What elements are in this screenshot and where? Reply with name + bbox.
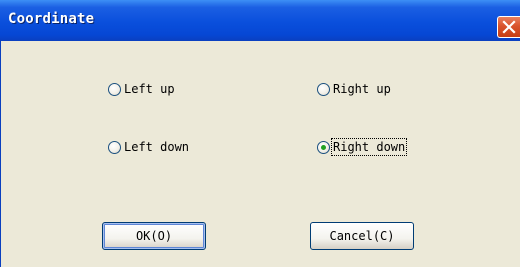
close-icon bbox=[502, 20, 516, 34]
radio-left-down-indicator[interactable] bbox=[108, 140, 121, 154]
ok-button[interactable]: OK(O) bbox=[102, 222, 206, 250]
radio-left-down[interactable]: Left down bbox=[108, 137, 189, 157]
radio-left-down-label[interactable]: Left down bbox=[124, 140, 189, 154]
radio-right-up-indicator[interactable] bbox=[317, 82, 330, 96]
dialog-client-area: Left up Right up Left down Right down OK… bbox=[0, 41, 520, 267]
title-bar[interactable]: Coordinate bbox=[0, 0, 520, 41]
radio-left-up[interactable]: Left up bbox=[108, 79, 175, 99]
radio-right-down[interactable]: Right down bbox=[317, 137, 408, 157]
window-title: Coordinate bbox=[8, 11, 95, 27]
radio-right-down-indicator[interactable] bbox=[317, 140, 330, 154]
radio-right-up[interactable]: Right up bbox=[317, 79, 391, 99]
radio-left-up-indicator[interactable] bbox=[108, 82, 121, 96]
cancel-button[interactable]: Cancel(C) bbox=[310, 222, 414, 250]
radio-left-up-label[interactable]: Left up bbox=[124, 82, 175, 96]
radio-right-down-label[interactable]: Right down bbox=[330, 138, 408, 156]
radio-right-up-label[interactable]: Right up bbox=[333, 82, 391, 96]
close-button[interactable] bbox=[497, 16, 520, 38]
coordinate-dialog: Coordinate Left up Right up Left down Ri… bbox=[0, 0, 520, 267]
